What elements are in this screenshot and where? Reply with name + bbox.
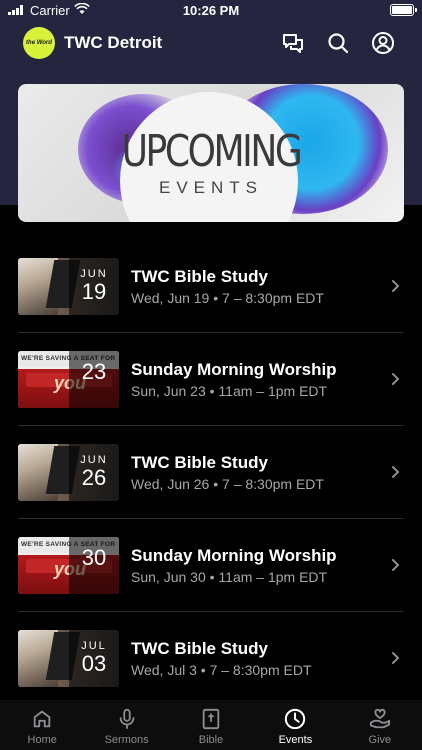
banner-title: UPCOMING [121,126,303,177]
chevron-right-icon [390,371,400,387]
event-thumbnail: JUL 03 [18,630,119,687]
event-row[interactable]: WE'RE SAVING A SEAT FOR you 23 Sunday Mo… [0,333,422,426]
date-overlay: JUN 19 [69,258,119,315]
event-day: 03 [81,651,107,676]
events-list: JUN 19 TWC Bible Study Wed, Jun 19 • 7 –… [0,240,422,705]
tab-label: Give [368,734,392,746]
event-title: TWC Bible Study [131,639,268,658]
date-overlay: 30 [69,537,119,594]
tab-bar: Home Sermons Bible Events Give [0,700,422,750]
event-row[interactable]: JUL 03 TWC Bible Study Wed, Jul 3 • 7 – … [0,612,422,705]
event-title: TWC Bible Study [131,267,268,286]
home-icon [31,708,53,730]
give-icon [369,708,391,730]
profile-icon[interactable] [371,31,395,55]
tab-label: Home [27,734,57,746]
app-title: TWC Detroit [64,33,163,52]
bible-icon [200,708,222,730]
chevron-right-icon [390,557,400,573]
event-row[interactable]: WE'RE SAVING A SEAT FOR you 30 Sunday Mo… [0,519,422,612]
event-day: 26 [81,465,107,490]
upcoming-events-banner: UPCOMING EVENTS [18,84,404,222]
chevron-right-icon [390,278,400,294]
event-day: 30 [81,545,107,570]
chevron-right-icon [390,650,400,666]
event-day: 23 [81,359,107,384]
chevron-right-icon [390,464,400,480]
logo-text: the Word [26,39,52,46]
event-title: Sunday Morning Worship [131,360,337,379]
search-icon[interactable] [326,31,350,55]
clock-icon [284,708,306,730]
tab-bible[interactable]: Bible [169,700,253,750]
tab-label: Sermons [104,734,149,746]
status-bar: Carrier 10:26 PM [0,0,422,22]
event-thumbnail: WE'RE SAVING A SEAT FOR you 23 [18,351,119,408]
top-nav: the Word TWC Detroit [0,24,422,64]
tab-label: Events [278,734,313,746]
event-thumbnail: WE'RE SAVING A SEAT FOR you 30 [18,537,119,594]
event-datetime: Sun, Jun 23 • 11am – 1pm EDT [131,383,328,399]
event-row[interactable]: JUN 19 TWC Bible Study Wed, Jun 19 • 7 –… [0,240,422,333]
date-overlay: JUL 03 [69,630,119,687]
date-overlay: JUN 26 [69,444,119,501]
event-day: 19 [81,279,107,304]
tab-home[interactable]: Home [0,700,84,750]
event-datetime: Wed, Jun 19 • 7 – 8:30pm EDT [131,290,324,306]
event-datetime: Sun, Jun 30 • 11am – 1pm EDT [131,569,328,585]
tab-label: Bible [198,734,224,746]
event-title: TWC Bible Study [131,453,268,472]
event-datetime: Wed, Jun 26 • 7 – 8:30pm EDT [131,476,324,492]
status-time: 10:26 PM [182,3,240,18]
event-title: Sunday Morning Worship [131,546,337,565]
tab-events[interactable]: Events [253,700,337,750]
event-thumbnail: JUN 26 [18,444,119,501]
date-overlay: 23 [69,351,119,408]
banner-subtitle: EVENTS [158,178,264,197]
microphone-icon [116,708,138,730]
chat-icon[interactable] [281,31,305,55]
event-row[interactable]: JUN 26 TWC Bible Study Wed, Jun 26 • 7 –… [0,426,422,519]
tab-give[interactable]: Give [338,700,422,750]
battery-icon [390,4,417,16]
tab-sermons[interactable]: Sermons [84,700,168,750]
event-datetime: Wed, Jul 3 • 7 – 8:30pm EDT [131,662,312,678]
app-logo[interactable]: the Word [23,27,55,59]
event-thumbnail: JUN 19 [18,258,119,315]
